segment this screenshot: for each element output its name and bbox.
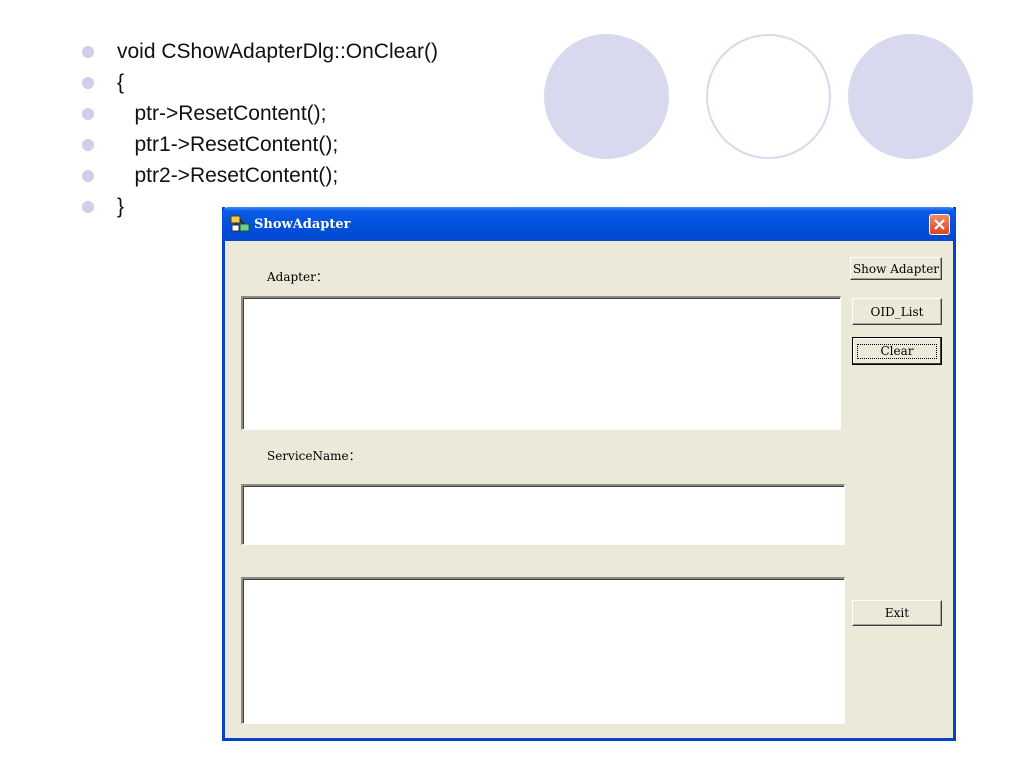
bullet-icon [82,200,94,213]
bullet-icon [82,169,94,182]
clear-button[interactable]: Clear [852,337,942,365]
code-text: { [117,70,125,94]
service-name-label: ServiceName： [267,449,361,463]
dialog-titlebar[interactable]: ShowAdapter [222,207,956,241]
close-button[interactable] [929,214,950,235]
code-text: ptr1->ResetContent(); [117,132,339,156]
show-adapter-dialog: ShowAdapter Adapter： ServiceName： Show A… [222,207,956,741]
code-bullet-list: void CShowAdapterDlg::OnClear() { ptr->R… [82,36,438,222]
adapter-label: Adapter： [267,270,328,284]
adapter-listbox[interactable] [241,296,841,430]
clear-button-label: Clear [857,343,937,359]
bullet-icon [82,76,94,89]
bullet-icon [82,138,94,151]
close-icon [934,219,945,230]
network-adapter-icon [230,214,250,234]
code-line: { [82,67,438,98]
code-text: } [117,194,125,218]
code-line: ptr->ResetContent(); [82,98,438,129]
show-adapter-button[interactable]: Show Adapter [850,257,942,280]
decorative-circle-filled-left [544,34,669,159]
oid-list-button[interactable]: OID_List [852,298,942,325]
code-text: ptr->ResetContent(); [117,101,327,125]
slide: void CShowAdapterDlg::OnClear() { ptr->R… [0,0,1024,768]
bullet-icon [82,107,94,120]
bullet-icon [82,45,94,58]
exit-button[interactable]: Exit [852,600,942,626]
decorative-circle-outline [706,34,831,159]
dialog-title: ShowAdapter [254,216,351,232]
dialog-client-area: Adapter： ServiceName： Show Adapter OID_L… [225,241,953,738]
oid-output-listbox[interactable] [241,577,845,724]
code-text: ptr2->ResetContent(); [117,163,339,187]
code-line: ptr2->ResetContent(); [82,160,438,191]
code-line: void CShowAdapterDlg::OnClear() [82,36,438,67]
code-line: ptr1->ResetContent(); [82,129,438,160]
code-text: void CShowAdapterDlg::OnClear() [117,39,438,63]
service-name-listbox[interactable] [241,484,845,545]
decorative-circle-filled-right [848,34,973,159]
